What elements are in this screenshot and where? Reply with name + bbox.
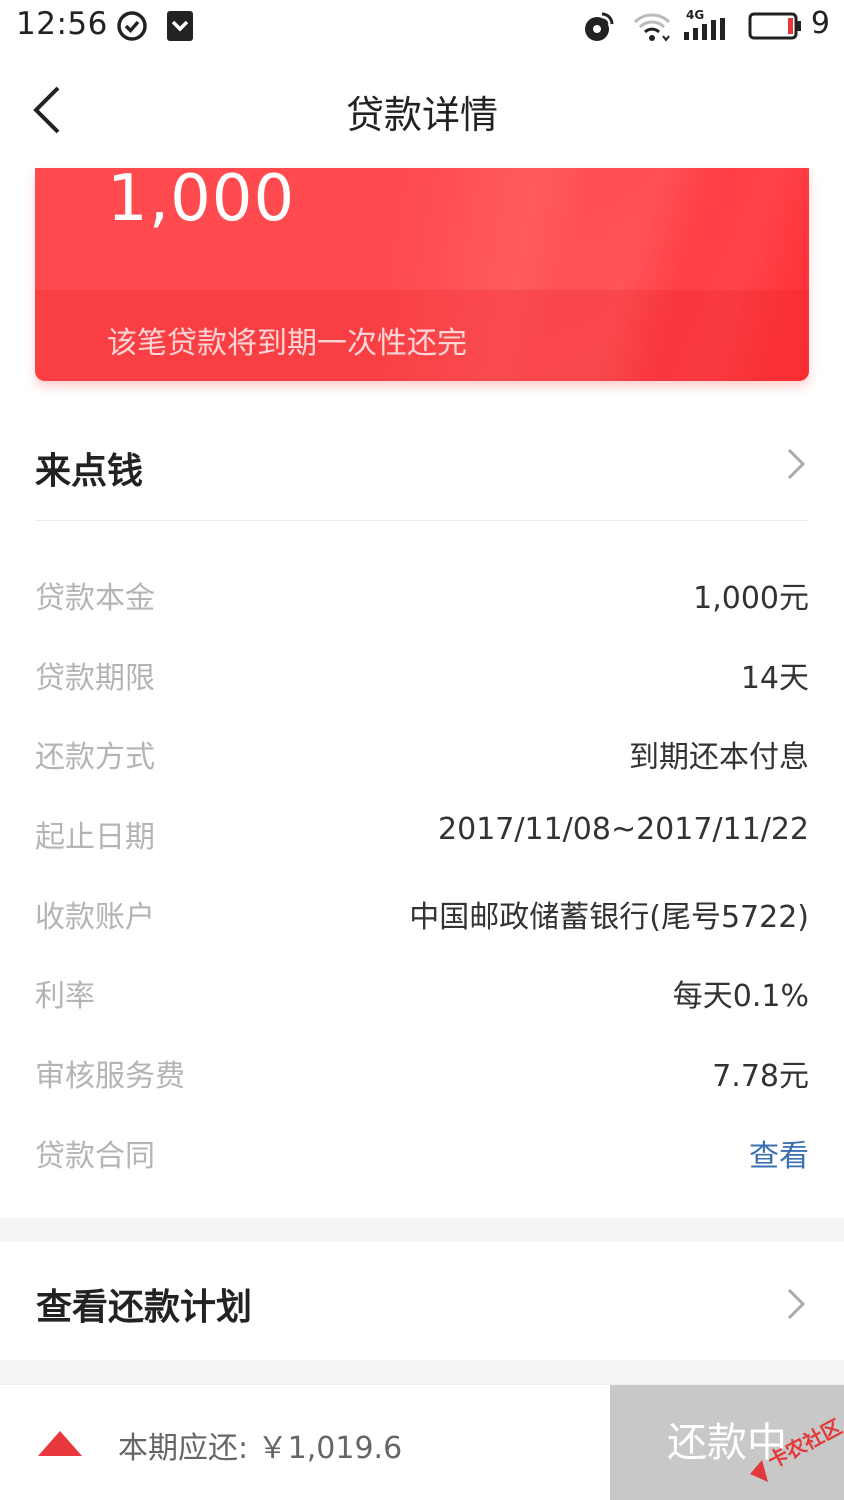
nav-bar: 贷款详情 bbox=[0, 62, 844, 158]
page-title: 贷款详情 bbox=[345, 93, 498, 137]
shield-icon bbox=[167, 11, 193, 41]
signal-icon bbox=[684, 18, 725, 40]
detail-row-repayment-method: 还款方式 到期还本付息 bbox=[35, 712, 809, 792]
expand-up-icon[interactable] bbox=[36, 1429, 84, 1457]
view-contract-link[interactable]: 查看 bbox=[749, 1131, 809, 1175]
detail-value: 14天 bbox=[740, 660, 809, 696]
detail-value: 中国邮政储蓄银行(尾号5722) bbox=[409, 899, 809, 935]
detail-row-service-fee: 审核服务费 7.78元 bbox=[35, 1031, 809, 1111]
section-divider bbox=[0, 1218, 844, 1242]
detail-label: 起止日期 bbox=[35, 820, 155, 856]
detail-value: 7.78元 bbox=[712, 1059, 809, 1095]
detail-value: 每天0.1% bbox=[672, 979, 809, 1015]
chevron-right-icon bbox=[787, 1288, 806, 1320]
loan-detail-screen: 12:56 4G 9 贷款详情 1,000 该笔贷款将到期一次性还完 来点钱 贷… bbox=[0, 0, 844, 1500]
battery-icon bbox=[748, 12, 801, 40]
wifi-icon bbox=[633, 13, 671, 42]
detail-label: 审核服务费 bbox=[35, 1059, 185, 1095]
loan-amount: 1,000 bbox=[107, 168, 296, 236]
detail-value: 1,000元 bbox=[693, 581, 809, 616]
detail-row-interest-rate: 利率 每天0.1% bbox=[35, 951, 809, 1031]
detail-label: 贷款合同 bbox=[35, 1138, 155, 1174]
detail-row-contract: 贷款合同 查看 bbox=[35, 1111, 809, 1191]
detail-row-dates: 起止日期 2017/11/08~2017/11/22 bbox=[35, 792, 809, 872]
detail-value: 2017/11/08~2017/11/22 bbox=[438, 812, 809, 848]
repayment-plan-row[interactable]: 查看还款计划 bbox=[0, 1242, 844, 1360]
detail-label: 贷款本金 bbox=[35, 581, 155, 616]
loan-amount-card: 1,000 该笔贷款将到期一次性还完 bbox=[35, 168, 809, 381]
bottom-bar: 本期应还: ￥1,019.6 还款中 bbox=[0, 1384, 844, 1500]
check-circle-icon bbox=[117, 11, 147, 41]
amount-due: 本期应还: ￥1,019.6 bbox=[118, 1431, 403, 1466]
battery-level: 9 bbox=[810, 6, 830, 41]
status-bar: 12:56 4G 9 bbox=[0, 0, 844, 52]
detail-label: 还款方式 bbox=[35, 740, 155, 776]
detail-label: 贷款期限 bbox=[35, 660, 155, 696]
status-time: 12:56 bbox=[16, 6, 108, 42]
loan-details-list: 贷款本金 1,000元 贷款期限 14天 还款方式 到期还本付息 起止日期 20… bbox=[35, 553, 809, 1191]
product-row[interactable]: 来点钱 bbox=[35, 406, 809, 521]
product-name: 来点钱 bbox=[35, 451, 144, 492]
detail-label: 利率 bbox=[35, 979, 95, 1015]
section-divider bbox=[0, 1360, 844, 1384]
detail-row-term: 贷款期限 14天 bbox=[35, 633, 809, 713]
satellite-icon bbox=[585, 12, 614, 41]
detail-row-principal: 贷款本金 1,000元 bbox=[35, 553, 809, 633]
repayment-note: 该笔贷款将到期一次性还完 bbox=[107, 326, 467, 361]
detail-row-account: 收款账户 中国邮政储蓄银行(尾号5722) bbox=[35, 872, 809, 952]
repayment-plan-label: 查看还款计划 bbox=[36, 1287, 253, 1328]
chevron-right-icon bbox=[787, 448, 806, 480]
detail-value: 到期还本付息 bbox=[629, 740, 809, 776]
detail-label: 收款账户 bbox=[35, 899, 155, 935]
